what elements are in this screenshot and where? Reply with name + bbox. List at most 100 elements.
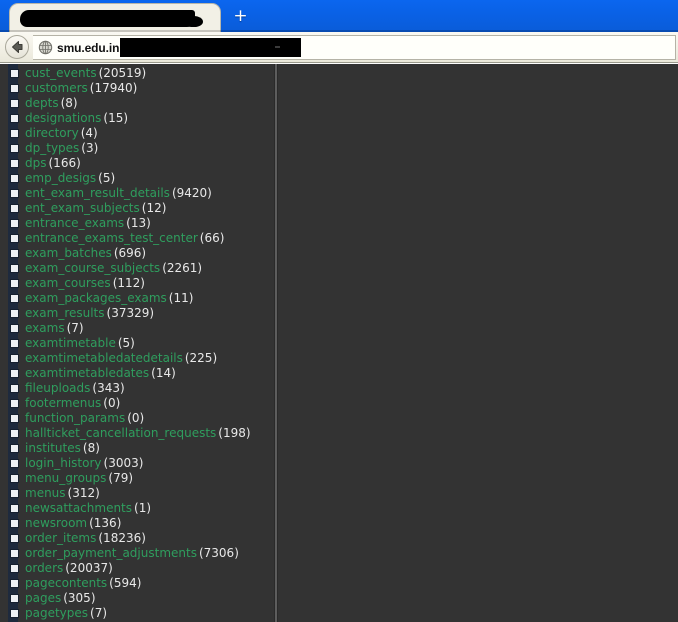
table-list-item[interactable]: pagecontents (594) — [0, 576, 272, 591]
table-name[interactable]: entrance_exams_test_center — [25, 231, 198, 245]
table-name[interactable]: function_params — [25, 411, 125, 425]
table-list-item[interactable]: ent_exam_result_details (9420) — [0, 186, 272, 201]
table-select-checkbox[interactable] — [10, 474, 19, 483]
address-bar[interactable]: smu.edu.in — [33, 35, 676, 60]
table-name[interactable]: order_items — [25, 531, 96, 545]
table-name[interactable]: examtimetable — [25, 336, 116, 350]
table-name[interactable]: exam_batches — [25, 246, 112, 260]
table-select-checkbox[interactable] — [10, 264, 19, 273]
table-select-checkbox[interactable] — [10, 369, 19, 378]
table-name[interactable]: customers — [25, 81, 88, 95]
table-select-checkbox[interactable] — [10, 324, 19, 333]
table-select-checkbox[interactable] — [10, 489, 19, 498]
table-select-checkbox[interactable] — [10, 609, 19, 618]
table-name[interactable]: ent_exam_result_details — [25, 186, 170, 200]
table-list-item[interactable]: dps (166) — [0, 156, 272, 171]
table-select-checkbox[interactable] — [10, 99, 19, 108]
table-name[interactable]: exam_course_subjects — [25, 261, 160, 275]
table-name[interactable]: newsroom — [25, 516, 87, 530]
table-select-checkbox[interactable] — [10, 189, 19, 198]
table-name[interactable]: pages — [25, 591, 61, 605]
browser-tab-active[interactable] — [9, 3, 221, 32]
table-name[interactable]: institutes — [25, 441, 81, 455]
table-name[interactable]: exam_results — [25, 306, 105, 320]
table-name[interactable]: dp_types — [25, 141, 79, 155]
table-list-item[interactable]: exams (7) — [0, 321, 272, 336]
table-list-item[interactable]: cust_events (20519) — [0, 66, 272, 81]
back-button[interactable] — [5, 35, 29, 59]
table-select-checkbox[interactable] — [10, 309, 19, 318]
table-list-item[interactable]: login_history (3003) — [0, 456, 272, 471]
new-tab-button[interactable]: + — [232, 8, 249, 25]
pane-splitter[interactable] — [274, 64, 278, 622]
table-list-item[interactable]: examtimetable (5) — [0, 336, 272, 351]
table-select-checkbox[interactable] — [10, 159, 19, 168]
table-select-checkbox[interactable] — [10, 129, 19, 138]
table-name[interactable]: exams — [25, 321, 65, 335]
table-select-checkbox[interactable] — [10, 549, 19, 558]
table-name[interactable]: ent_exam_subjects — [25, 201, 140, 215]
table-select-checkbox[interactable] — [10, 114, 19, 123]
table-name[interactable]: login_history — [25, 456, 102, 470]
table-list-item[interactable]: exam_batches (696) — [0, 246, 272, 261]
table-select-checkbox[interactable] — [10, 234, 19, 243]
table-list-item[interactable]: exam_course_subjects (2261) — [0, 261, 272, 276]
table-select-checkbox[interactable] — [10, 444, 19, 453]
table-name[interactable]: entrance_exams — [25, 216, 124, 230]
table-name[interactable]: hallticket_cancellation_requests — [25, 426, 216, 440]
table-name[interactable]: footermenus — [25, 396, 101, 410]
table-select-checkbox[interactable] — [10, 84, 19, 93]
table-name[interactable]: pagetypes — [25, 606, 88, 620]
table-list-item[interactable]: entrance_exams (13) — [0, 216, 272, 231]
table-select-checkbox[interactable] — [10, 249, 19, 258]
table-name[interactable]: menus — [25, 486, 66, 500]
table-select-checkbox[interactable] — [10, 414, 19, 423]
table-name[interactable]: exam_courses — [25, 276, 111, 290]
table-list-item[interactable]: depts (8) — [0, 96, 272, 111]
table-list-item[interactable]: ent_exam_subjects (12) — [0, 201, 272, 216]
table-list-item[interactable]: menus (312) — [0, 486, 272, 501]
table-select-checkbox[interactable] — [10, 459, 19, 468]
table-name[interactable]: emp_desigs — [25, 171, 96, 185]
table-name[interactable]: examtimetabledatedetails — [25, 351, 183, 365]
table-select-checkbox[interactable] — [10, 339, 19, 348]
table-select-checkbox[interactable] — [10, 69, 19, 78]
table-list-item[interactable]: orders (20037) — [0, 561, 272, 576]
table-select-checkbox[interactable] — [10, 279, 19, 288]
table-select-checkbox[interactable] — [10, 174, 19, 183]
table-select-checkbox[interactable] — [10, 429, 19, 438]
table-list-item[interactable]: exam_courses (112) — [0, 276, 272, 291]
table-list-item[interactable]: pagetypes (7) — [0, 606, 272, 621]
table-name[interactable]: menu_groups — [25, 471, 106, 485]
table-list-item[interactable]: examtimetabledatedetails (225) — [0, 351, 272, 366]
table-select-checkbox[interactable] — [10, 579, 19, 588]
table-list-item[interactable]: menu_groups (79) — [0, 471, 272, 486]
table-list-item[interactable]: customers (17940) — [0, 81, 272, 96]
table-select-checkbox[interactable] — [10, 594, 19, 603]
table-list-item[interactable]: order_items (18236) — [0, 531, 272, 546]
table-list-item[interactable]: exam_packages_exams (11) — [0, 291, 272, 306]
table-select-checkbox[interactable] — [10, 504, 19, 513]
table-name[interactable]: directory — [25, 126, 79, 140]
table-list-item[interactable]: footermenus (0) — [0, 396, 272, 411]
table-list-item[interactable]: exam_results (37329) — [0, 306, 272, 321]
table-select-checkbox[interactable] — [10, 534, 19, 543]
table-select-checkbox[interactable] — [10, 519, 19, 528]
table-select-checkbox[interactable] — [10, 219, 19, 228]
table-select-checkbox[interactable] — [10, 384, 19, 393]
table-list-item[interactable]: newsroom (136) — [0, 516, 272, 531]
table-select-checkbox[interactable] — [10, 354, 19, 363]
table-list-item[interactable]: function_params (0) — [0, 411, 272, 426]
table-list-item[interactable]: order_payment_adjustments (7306) — [0, 546, 272, 561]
database-table-list[interactable]: cust_events (20519) customers (17940) depts(… — [0, 66, 272, 622]
table-list-item[interactable]: directory (4) — [0, 126, 272, 141]
table-list-item[interactable]: hallticket_cancellation_requests (198) — [0, 426, 272, 441]
table-name[interactable]: designations — [25, 111, 101, 125]
table-select-checkbox[interactable] — [10, 204, 19, 213]
table-select-checkbox[interactable] — [10, 564, 19, 573]
table-list-item[interactable]: fileuploads (343) — [0, 381, 272, 396]
table-name[interactable]: order_payment_adjustments — [25, 546, 197, 560]
table-name[interactable]: pagecontents — [25, 576, 107, 590]
table-select-checkbox[interactable] — [10, 399, 19, 408]
table-list-item[interactable]: emp_desigs (5) — [0, 171, 272, 186]
